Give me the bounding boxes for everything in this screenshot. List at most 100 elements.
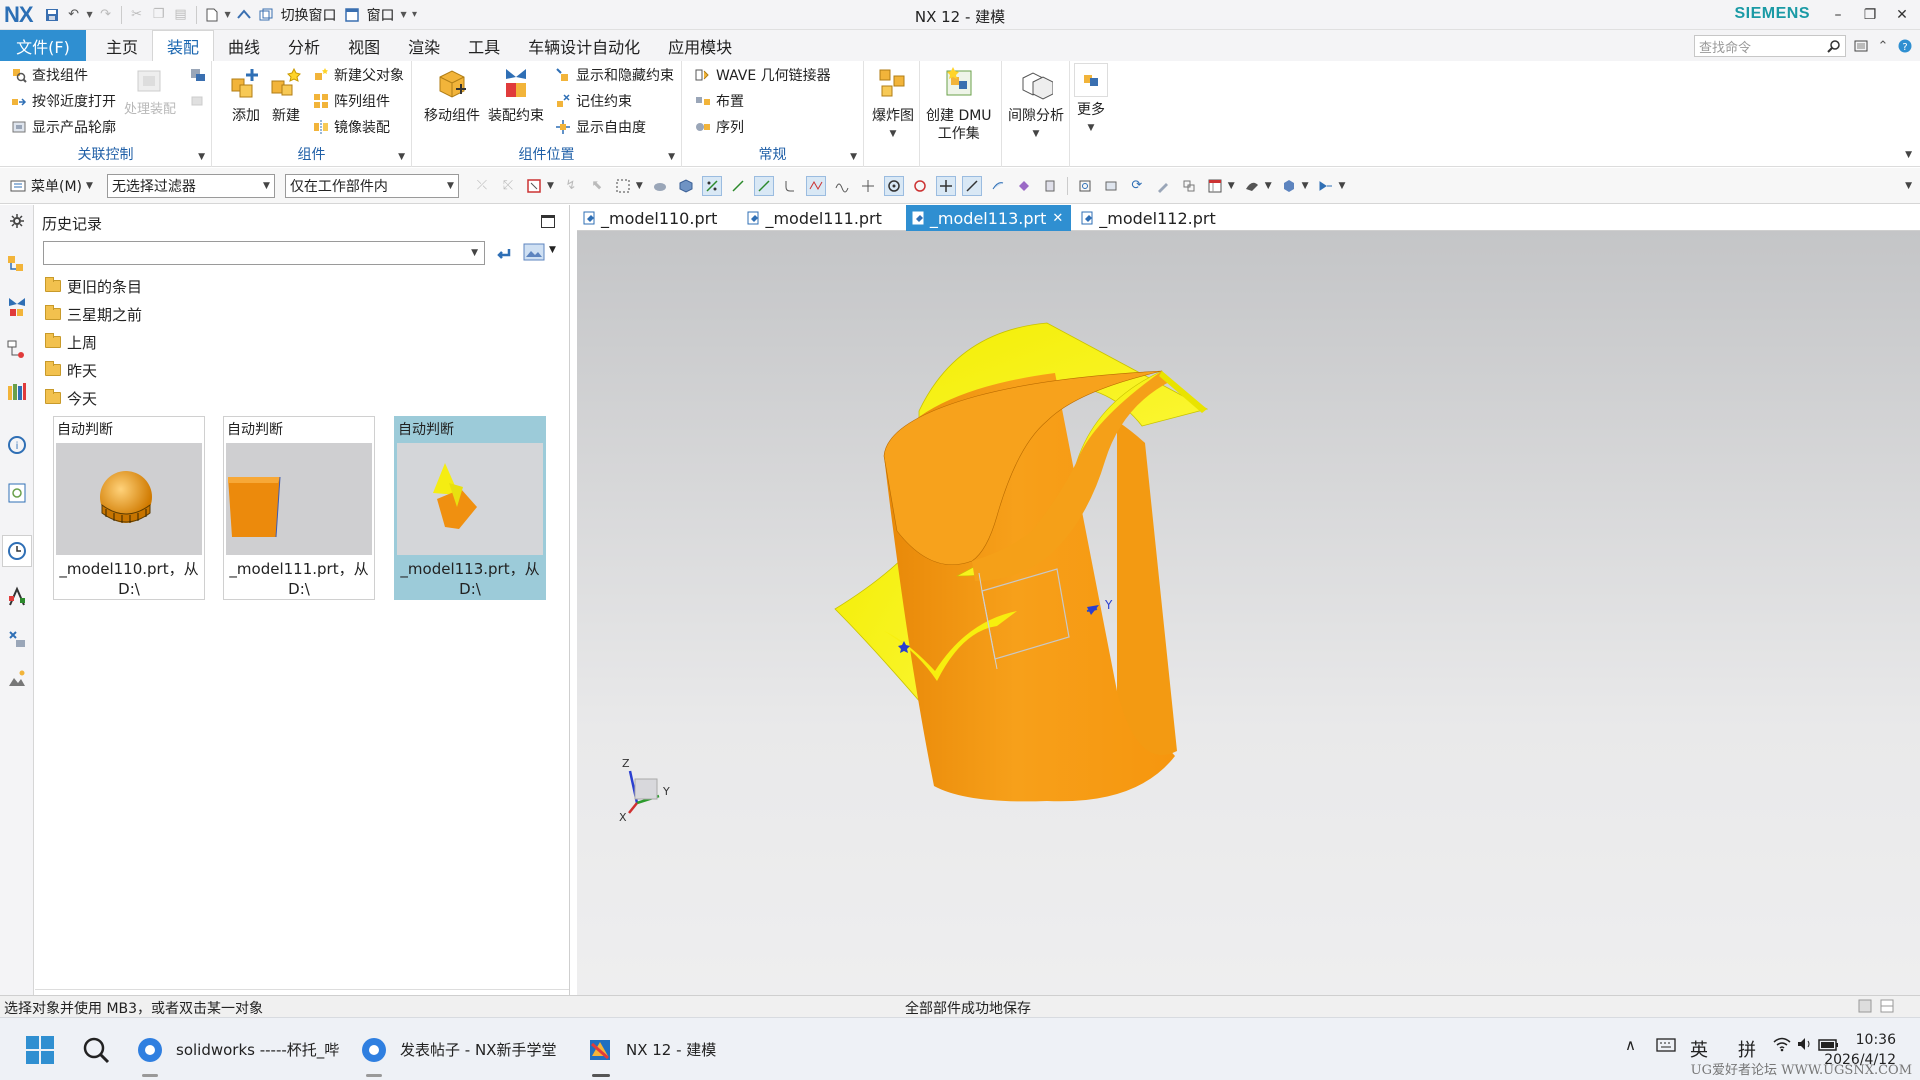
solid-body-icon[interactable] (650, 176, 670, 196)
copy-icon[interactable]: ❐ (148, 4, 170, 26)
maximize-panel-icon[interactable] (541, 215, 555, 228)
folder-yesterday[interactable]: 昨天 (45, 359, 97, 381)
remember-constraint-button[interactable]: 记住约束 (554, 89, 632, 113)
status-grid-icon[interactable] (1880, 999, 1894, 1017)
pointer-selection-icon[interactable]: ⬉ (587, 176, 607, 196)
tab-vehicle-design[interactable]: 车辆设计自动化 (514, 30, 654, 61)
taskbar-app-nx12[interactable]: NX 12 - 建模 (586, 1018, 716, 1080)
arc-center-icon[interactable] (883, 175, 904, 196)
background-dropdown-icon[interactable]: ▼ (1302, 181, 1309, 191)
tab-tools[interactable]: 工具 (454, 30, 514, 61)
close-tab-icon[interactable]: ✕ (1052, 211, 1063, 226)
open-by-proximity-button[interactable]: 按邻近度打开 (10, 89, 116, 113)
roles-icon[interactable] (5, 627, 29, 651)
undo-dropdown-icon[interactable]: ▼ (85, 4, 95, 26)
window-icon[interactable] (341, 4, 363, 26)
general-selection-icon[interactable] (524, 176, 544, 196)
new-parent-button[interactable]: 新建父对象 (312, 63, 404, 87)
point-on-surface-icon[interactable] (988, 176, 1008, 196)
arrangement-button[interactable]: 布置 (694, 89, 744, 113)
fit-view-icon[interactable] (1075, 176, 1095, 196)
save-icon[interactable] (41, 4, 63, 26)
intersection-point-icon[interactable] (805, 175, 826, 196)
show-product-outline-button[interactable]: 显示产品轮廓 (10, 115, 116, 139)
close-button[interactable]: ✕ (1888, 3, 1916, 27)
part-navigator-icon[interactable] (5, 337, 29, 361)
tab-analysis[interactable]: 分析 (274, 30, 334, 61)
clearance-analysis-button[interactable]: 间隙分析 ▼ (1008, 63, 1064, 143)
orient-dropdown-icon[interactable]: ▼ (1228, 181, 1235, 191)
render-dropdown-icon[interactable]: ▼ (1265, 181, 1272, 191)
perspective-icon[interactable] (1179, 176, 1199, 196)
clearance-dropdown-icon[interactable]: ▼ (1033, 125, 1040, 143)
tab-curve[interactable]: 曲线 (214, 30, 274, 61)
switch-window-button[interactable]: 切换窗口 (281, 5, 337, 25)
switch-window-icon[interactable] (255, 4, 277, 26)
window-dropdown-icon[interactable]: ▼ (399, 4, 409, 26)
pan-icon[interactable] (1153, 176, 1173, 196)
system-scene-icon[interactable] (5, 667, 29, 691)
tray-keyboard-icon[interactable] (1656, 1036, 1676, 1057)
menu-button[interactable]: 菜单(M) (31, 176, 82, 196)
layer-icon[interactable] (1040, 176, 1060, 196)
paste-icon[interactable]: ▤ (170, 4, 192, 26)
tab-model113[interactable]: _model113.prt ✕ (905, 205, 1072, 231)
graphics-viewport[interactable]: Y Z Y X (577, 231, 1920, 995)
history-card-model111[interactable]: 自动判断 _model111.prt，从 D:\ (223, 416, 375, 600)
group-more-dropdown-icon[interactable]: ▼ (398, 152, 405, 162)
view-mode-icon[interactable] (523, 243, 545, 265)
edit-section-icon[interactable] (1316, 176, 1336, 196)
find-component-button[interactable]: 查找组件 (10, 63, 88, 87)
back-arrow-icon[interactable] (493, 243, 513, 267)
minimize-button[interactable]: – (1824, 3, 1852, 27)
hd3d-tools-icon[interactable]: i (5, 433, 29, 457)
tab-view[interactable]: 视图 (334, 30, 394, 61)
cut-icon[interactable]: ✂ (126, 4, 148, 26)
sequence-button[interactable]: 序列 (694, 115, 744, 139)
command-search-input[interactable]: 查找命令 (1694, 35, 1846, 57)
view-mode-dropdown-icon[interactable]: ▼ (549, 245, 556, 255)
ribbon-options-dropdown-icon[interactable]: ▼ (1905, 150, 1912, 160)
type-filter-select[interactable]: 无选择过滤器 ▼ (106, 173, 275, 198)
history-card-model113[interactable]: 自动判断 _model113.prt，从 D:\ (394, 416, 546, 600)
wave-geometry-linker-button[interactable]: WAVE 几何链接器 (694, 63, 831, 87)
rectangle-dropdown-icon[interactable]: ▼ (636, 181, 643, 191)
window-menu-button[interactable]: 窗口 (367, 5, 395, 25)
tray-volume-icon[interactable] (1796, 1036, 1814, 1057)
show-dof-button[interactable]: 显示自由度 (554, 115, 646, 139)
help-icon[interactable]: ? (1896, 37, 1914, 55)
render-style-icon[interactable] (1242, 176, 1262, 196)
new-component-button[interactable]: 新建 (266, 63, 306, 125)
selection-scope-select[interactable]: 仅在工作部件内 ▼ (284, 173, 459, 198)
snap-point-icon[interactable] (701, 175, 722, 196)
rectangle-selection-icon[interactable] (613, 176, 633, 196)
reuse-library-icon[interactable] (5, 379, 29, 403)
history-filter-select[interactable]: ▼ (43, 241, 485, 265)
group-more-dropdown-icon[interactable]: ▼ (668, 152, 675, 162)
perpendicular-icon[interactable] (858, 176, 878, 196)
tab-model111[interactable]: _model111.prt (741, 205, 889, 231)
tab-applications[interactable]: 应用模块 (654, 30, 746, 61)
folder-today[interactable]: 今天 (45, 387, 97, 409)
group-more-dropdown-icon[interactable]: ▼ (850, 152, 857, 162)
tab-assembly[interactable]: 装配 (152, 30, 215, 61)
array-component-button[interactable]: 阵列组件 (312, 89, 390, 113)
folder-three-weeks-ago[interactable]: 三星期之前 (45, 303, 142, 325)
end-point-icon[interactable] (728, 176, 748, 196)
exploded-view-button[interactable]: 爆炸图 ▼ (872, 63, 914, 143)
view-triad[interactable]: Z Y X (619, 757, 670, 824)
windows-start-icon[interactable] (26, 1036, 54, 1068)
feature-selection-icon[interactable]: ↯ (561, 176, 581, 196)
group-more-dropdown-icon[interactable]: ▼ (198, 152, 205, 162)
history-card-model110[interactable]: 自动判断 _model110.prt，从 D:\ (53, 416, 205, 600)
create-dmu-workset-button[interactable]: 创建 DMU 工作集 (926, 63, 992, 143)
select-all-icon[interactable]: ⤪ (498, 176, 518, 196)
tab-model110[interactable]: _model110.prt (577, 205, 725, 231)
more-dropdown-icon[interactable]: ▼ (1088, 119, 1095, 137)
mid-point-icon[interactable] (753, 175, 774, 196)
new-file-icon[interactable] (201, 4, 223, 26)
constraint-navigator-icon[interactable] (5, 295, 29, 319)
tab-home[interactable]: 主页 (92, 30, 152, 61)
deselect-icon[interactable]: ⤫ (472, 176, 492, 196)
process-studio-icon[interactable] (5, 585, 29, 609)
